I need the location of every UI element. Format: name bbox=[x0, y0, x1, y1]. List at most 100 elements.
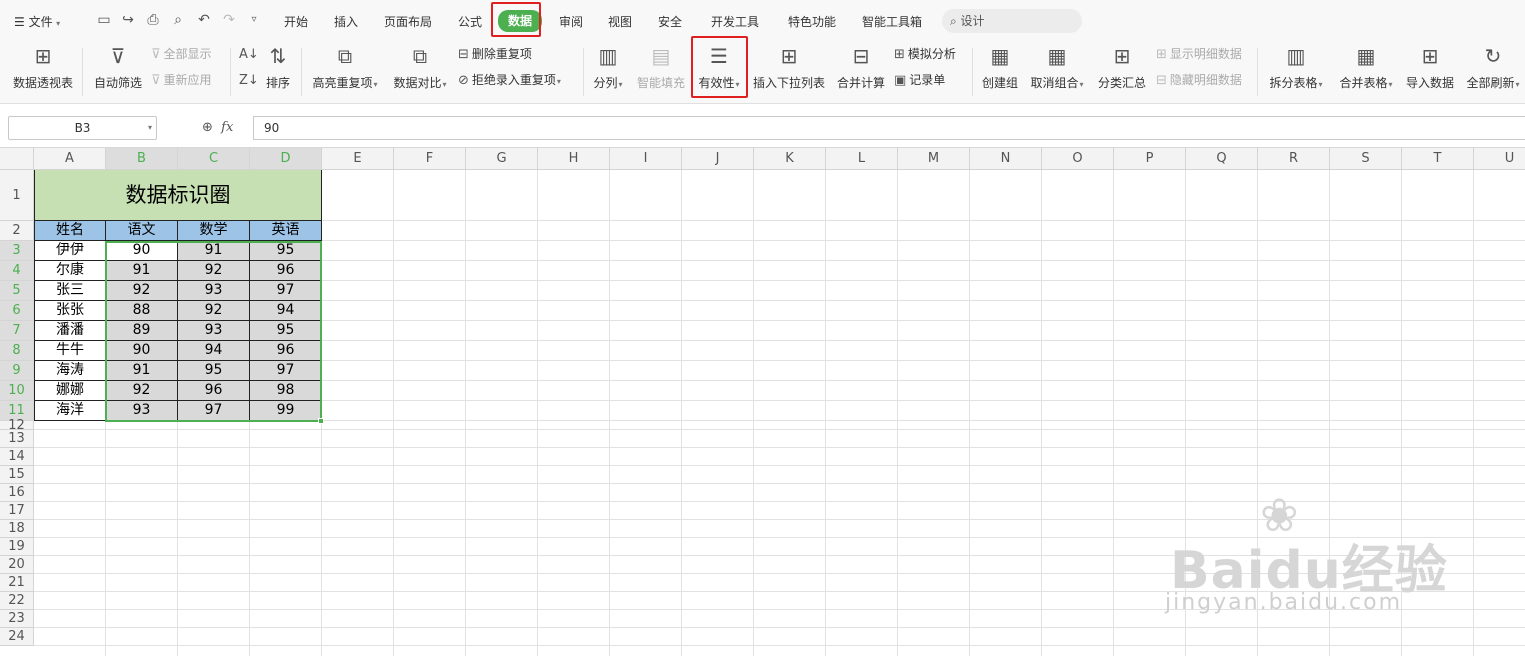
column-header-F[interactable]: F bbox=[394, 148, 466, 170]
row-header-17[interactable]: 17 bbox=[0, 502, 34, 520]
column-header-Q[interactable]: Q bbox=[1186, 148, 1258, 170]
reapply-button[interactable]: ⊽ 重新应用 bbox=[151, 70, 212, 90]
sort-button[interactable]: ⇅ 排序 bbox=[264, 44, 292, 96]
table-cell[interactable]: 93 bbox=[106, 401, 178, 421]
table-cell[interactable]: 95 bbox=[178, 361, 250, 381]
split-table-button[interactable]: ▥ 拆分表格▾ bbox=[1266, 44, 1326, 96]
column-header-D[interactable]: D bbox=[250, 148, 322, 170]
table-cell[interactable]: 91 bbox=[178, 241, 250, 261]
column-header-M[interactable]: M bbox=[898, 148, 970, 170]
table-cell[interactable]: 张三 bbox=[34, 281, 106, 301]
table-cell[interactable]: 93 bbox=[178, 321, 250, 341]
smart-fill-button[interactable]: ▤ 智能填充 bbox=[636, 44, 686, 96]
table-cell[interactable]: 96 bbox=[250, 341, 322, 361]
table-cell[interactable]: 娜娜 bbox=[34, 381, 106, 401]
print-icon[interactable]: ⎙ bbox=[145, 11, 161, 29]
row-header-15[interactable]: 15 bbox=[0, 466, 34, 484]
table-cell[interactable]: 92 bbox=[106, 281, 178, 301]
tab-security[interactable]: 安全 bbox=[658, 12, 682, 32]
row-header-9[interactable]: 9 bbox=[0, 361, 34, 381]
table-cell[interactable]: 95 bbox=[250, 241, 322, 261]
table-cell[interactable]: 94 bbox=[178, 341, 250, 361]
column-header-E[interactable]: E bbox=[322, 148, 394, 170]
table-cell[interactable]: 94 bbox=[250, 301, 322, 321]
row-header-3[interactable]: 3 bbox=[0, 241, 34, 261]
title-cell[interactable]: 数据标识圈 bbox=[34, 170, 322, 221]
row-header-8[interactable]: 8 bbox=[0, 341, 34, 361]
header-cell[interactable]: 数学 bbox=[178, 221, 250, 241]
table-cell[interactable]: 尔康 bbox=[34, 261, 106, 281]
column-header-G[interactable]: G bbox=[466, 148, 538, 170]
remove-duplicates-button[interactable]: ⊟ 删除重复项 bbox=[458, 44, 532, 64]
consolidate-button[interactable]: ⊟ 合并计算 bbox=[836, 44, 886, 96]
column-header-J[interactable]: J bbox=[682, 148, 754, 170]
table-cell[interactable]: 牛牛 bbox=[34, 341, 106, 361]
table-cell[interactable]: 90 bbox=[106, 341, 178, 361]
split-column-button[interactable]: ▥ 分列▾ bbox=[590, 44, 626, 96]
print-preview-icon[interactable]: ⌕ bbox=[170, 11, 186, 29]
undo-icon[interactable]: ↶ bbox=[196, 11, 212, 29]
column-header-S[interactable]: S bbox=[1330, 148, 1402, 170]
record-form-button[interactable]: ▣ 记录单 bbox=[894, 70, 945, 90]
active-cell[interactable]: 90 bbox=[106, 241, 178, 261]
tab-formula[interactable]: 公式 bbox=[458, 12, 482, 32]
table-cell[interactable]: 92 bbox=[178, 301, 250, 321]
row-header-7[interactable]: 7 bbox=[0, 321, 34, 341]
column-header-K[interactable]: K bbox=[754, 148, 826, 170]
chevron-down-icon[interactable]: ▾ bbox=[148, 117, 152, 139]
save-icon[interactable]: ▭ bbox=[96, 11, 112, 29]
table-cell[interactable]: 95 bbox=[250, 321, 322, 341]
row-header-12[interactable]: 12 bbox=[0, 419, 34, 432]
tab-developer[interactable]: 开发工具 bbox=[711, 12, 759, 32]
tab-review[interactable]: 审阅 bbox=[559, 12, 583, 32]
column-header-B[interactable]: B bbox=[106, 148, 178, 170]
subtotal-button[interactable]: ⊞ 分类汇总 bbox=[1096, 44, 1148, 96]
refresh-all-button[interactable]: ↻ 全部刷新▾ bbox=[1464, 44, 1522, 96]
table-cell[interactable]: 96 bbox=[178, 381, 250, 401]
insert-dropdown-button[interactable]: ⊞ 插入下拉列表 bbox=[752, 44, 826, 96]
table-cell[interactable]: 海涛 bbox=[34, 361, 106, 381]
create-group-button[interactable]: ▦ 创建组 bbox=[980, 44, 1020, 96]
column-header-T[interactable]: T bbox=[1402, 148, 1474, 170]
tab-insert[interactable]: 插入 bbox=[334, 12, 358, 32]
select-all-corner[interactable] bbox=[0, 148, 34, 170]
row-header-5[interactable]: 5 bbox=[0, 281, 34, 301]
row-header-24[interactable]: 24 bbox=[0, 628, 34, 646]
header-cell[interactable]: 姓名 bbox=[34, 221, 106, 241]
tab-smart-tools[interactable]: 智能工具箱 bbox=[862, 12, 922, 32]
table-cell[interactable]: 92 bbox=[178, 261, 250, 281]
highlight-duplicates-button[interactable]: ⧉ 高亮重复项▾ bbox=[309, 44, 381, 96]
column-header-O[interactable]: O bbox=[1042, 148, 1114, 170]
autofilter-button[interactable]: ⊽ 自动筛选 bbox=[93, 44, 143, 96]
row-header-13[interactable]: 13 bbox=[0, 430, 34, 448]
row-header-6[interactable]: 6 bbox=[0, 301, 34, 321]
column-header-I[interactable]: I bbox=[610, 148, 682, 170]
what-if-button[interactable]: ⊞ 模拟分析 bbox=[894, 44, 956, 64]
row-header-20[interactable]: 20 bbox=[0, 556, 34, 574]
fx-icon[interactable]: fx bbox=[221, 120, 233, 135]
row-header-16[interactable]: 16 bbox=[0, 484, 34, 502]
tab-start[interactable]: 开始 bbox=[284, 12, 308, 32]
row-header-14[interactable]: 14 bbox=[0, 448, 34, 466]
column-header-P[interactable]: P bbox=[1114, 148, 1186, 170]
table-cell[interactable]: 伊伊 bbox=[34, 241, 106, 261]
row-header-2[interactable]: 2 bbox=[0, 221, 34, 241]
customize-icon[interactable]: ▿ bbox=[246, 11, 262, 29]
table-cell[interactable]: 92 bbox=[106, 381, 178, 401]
tab-page-layout[interactable]: 页面布局 bbox=[384, 12, 432, 32]
row-header-10[interactable]: 10 bbox=[0, 381, 34, 401]
table-cell[interactable]: 89 bbox=[106, 321, 178, 341]
table-cell[interactable]: 97 bbox=[250, 281, 322, 301]
table-cell[interactable]: 潘潘 bbox=[34, 321, 106, 341]
table-cell[interactable]: 91 bbox=[106, 261, 178, 281]
column-header-U[interactable]: U bbox=[1474, 148, 1525, 170]
table-cell[interactable]: 97 bbox=[178, 401, 250, 421]
row-header-22[interactable]: 22 bbox=[0, 592, 34, 610]
fill-handle[interactable] bbox=[318, 418, 324, 424]
row-header-1[interactable]: 1 bbox=[0, 170, 34, 221]
header-cell[interactable]: 英语 bbox=[250, 221, 322, 241]
column-header-C[interactable]: C bbox=[178, 148, 250, 170]
table-cell[interactable]: 99 bbox=[250, 401, 322, 421]
table-cell[interactable]: 98 bbox=[250, 381, 322, 401]
row-header-23[interactable]: 23 bbox=[0, 610, 34, 628]
